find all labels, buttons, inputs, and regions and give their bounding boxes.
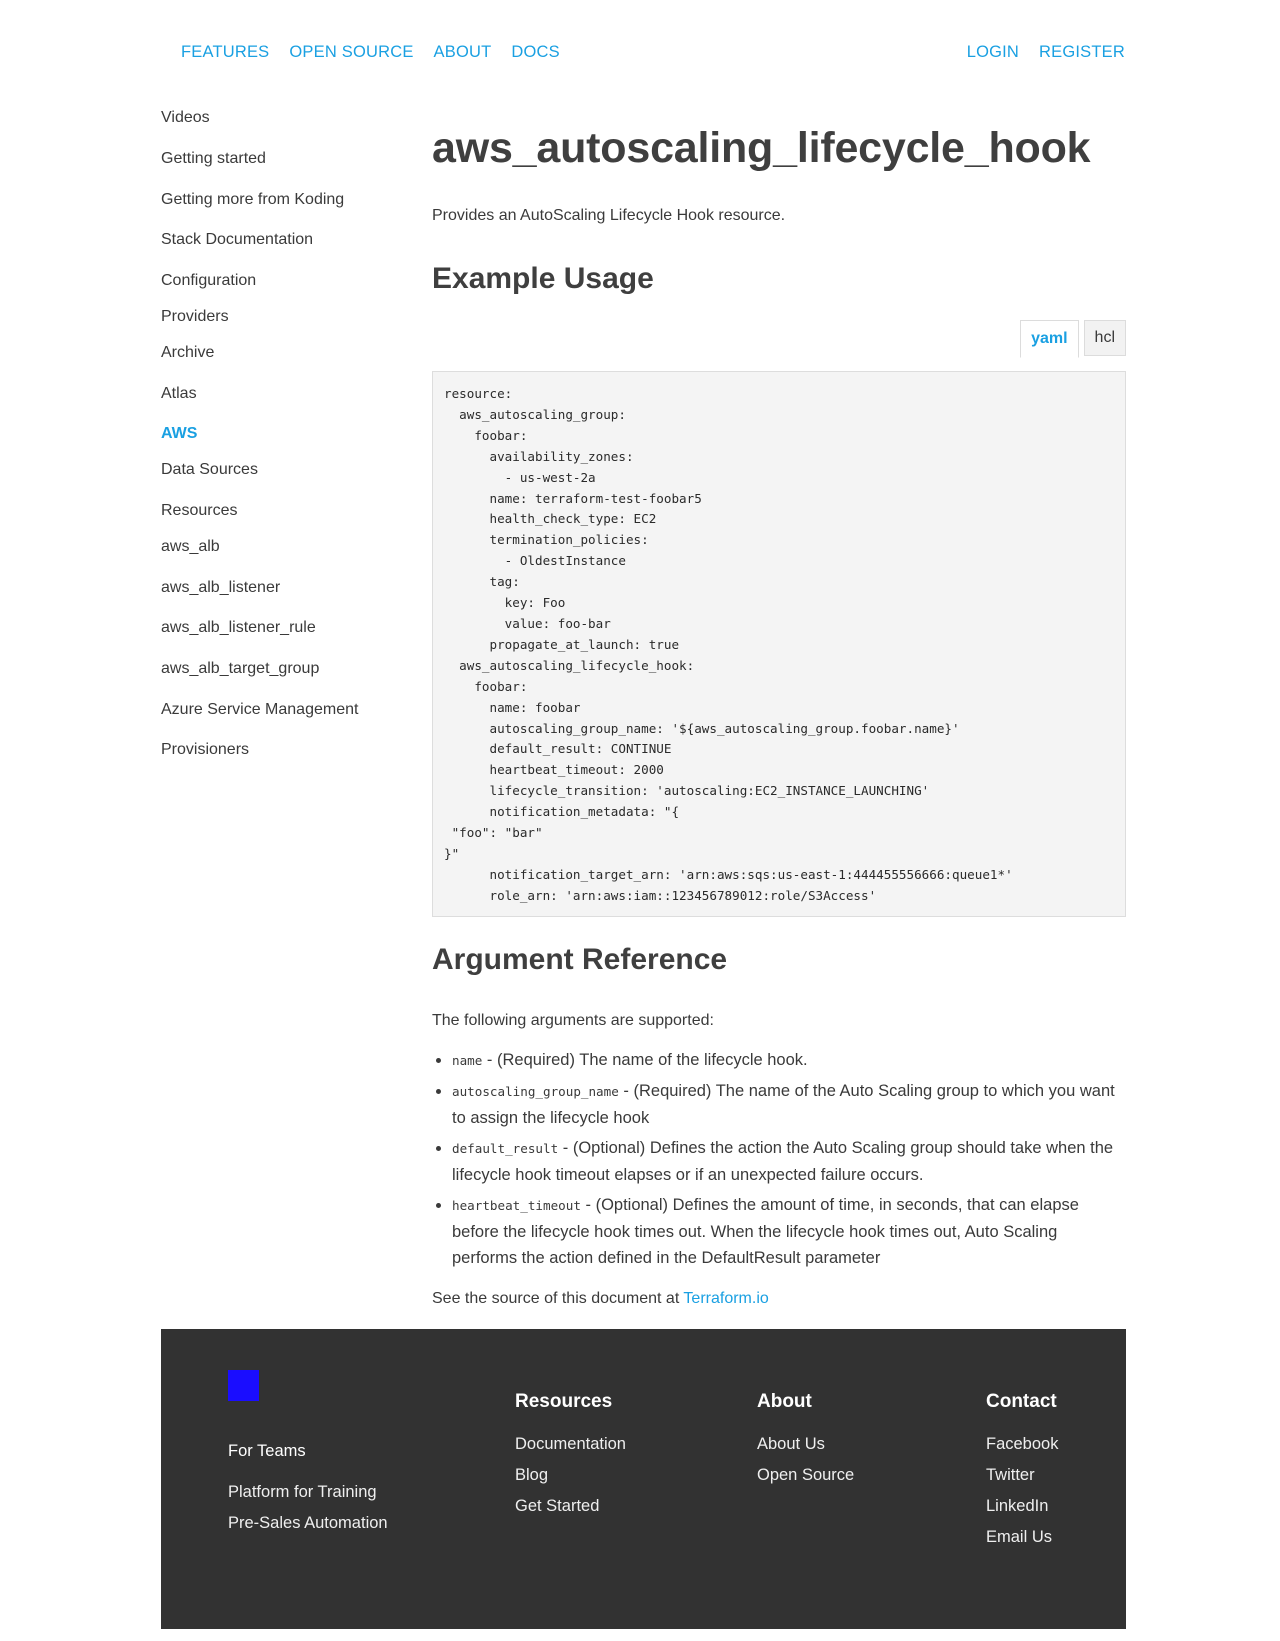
sidebar-item-getting-started[interactable]: Getting started: [161, 150, 266, 168]
footer-resources-heading: Resources: [515, 1391, 613, 1412]
sidebar-item-stack-documentation[interactable]: Stack Documentation: [161, 231, 313, 249]
footer-about-us-link[interactable]: About Us: [757, 1435, 825, 1454]
sidebar-item-archive[interactable]: Archive: [161, 344, 214, 362]
footer-platform-for-training-link[interactable]: Platform for Training: [228, 1483, 377, 1502]
code-block: resource: aws_autoscaling_group: foobar:…: [432, 371, 1126, 917]
sidebar-item-data-sources[interactable]: Data Sources: [161, 461, 258, 479]
footer-get-started-link[interactable]: Get Started: [515, 1497, 599, 1516]
sidebar-item-azure-service-management[interactable]: Azure Service Management: [161, 701, 358, 719]
nav-open-source-link[interactable]: OPEN SOURCE: [289, 43, 413, 62]
site-footer: For Teams Platform for Training Pre-Sale…: [161, 1329, 1126, 1629]
nav-features-link[interactable]: FEATURES: [181, 43, 269, 62]
sidebar-item-providers[interactable]: Providers: [161, 308, 229, 326]
footer-linkedin-link[interactable]: LinkedIn: [986, 1497, 1048, 1516]
footer-facebook-link[interactable]: Facebook: [986, 1435, 1058, 1454]
argument-name: default_result: [452, 1141, 559, 1156]
sidebar-item-configuration[interactable]: Configuration: [161, 272, 256, 290]
footer-pre-sales-automation-link[interactable]: Pre-Sales Automation: [228, 1514, 388, 1533]
login-link[interactable]: LOGIN: [967, 43, 1019, 62]
footer-contact-heading: Contact: [986, 1391, 1057, 1412]
nav-about-link[interactable]: ABOUT: [434, 43, 492, 62]
page-intro: Provides an AutoScaling Lifecycle Hook r…: [432, 207, 786, 224]
footer-about-heading: About: [757, 1391, 812, 1412]
koding-logo[interactable]: [228, 1370, 259, 1401]
list-item: default_result - (Optional) Defines the …: [436, 1135, 1126, 1188]
sidebar-item-aws[interactable]: AWS: [161, 425, 197, 443]
arguments-intro: The following arguments are supported:: [432, 1012, 714, 1029]
argument-name: heartbeat_timeout: [452, 1198, 581, 1213]
register-link[interactable]: REGISTER: [1039, 43, 1125, 62]
source-note: See the source of this document at Terra…: [432, 1290, 769, 1308]
argument-reference-heading: Argument Reference: [432, 943, 728, 976]
footer-for-teams-link[interactable]: For Teams: [228, 1442, 306, 1461]
argument-name: autoscaling_group_name: [452, 1084, 619, 1099]
sidebar-item-aws-alb-listener-rule[interactable]: aws_alb_listener_rule: [161, 619, 316, 637]
sidebar-item-aws-alb-target-group[interactable]: aws_alb_target_group: [161, 660, 319, 678]
argument-description: - (Required) The name of the lifecycle h…: [482, 1051, 808, 1069]
nav-docs-link[interactable]: DOCS: [511, 43, 559, 62]
page-title: aws_autoscaling_lifecycle_hook: [432, 124, 1091, 172]
terraform-source-link[interactable]: Terraform.io: [683, 1290, 768, 1307]
sidebar-item-provisioners[interactable]: Provisioners: [161, 741, 249, 759]
footer-twitter-link[interactable]: Twitter: [986, 1466, 1035, 1485]
sidebar-item-aws-alb-listener[interactable]: aws_alb_listener: [161, 579, 280, 597]
footer-email-us-link[interactable]: Email Us: [986, 1528, 1052, 1547]
top-nav-right: LOGIN REGISTER: [947, 40, 1125, 64]
top-nav-left: FEATURES OPEN SOURCE ABOUT DOCS: [181, 40, 580, 64]
argument-name: name: [452, 1053, 483, 1068]
tab-hcl[interactable]: hcl: [1083, 320, 1126, 356]
source-note-text: See the source of this document at: [432, 1290, 684, 1307]
footer-documentation-link[interactable]: Documentation: [515, 1435, 626, 1454]
sidebar-item-videos[interactable]: Videos: [161, 109, 210, 127]
footer-open-source-link[interactable]: Open Source: [757, 1466, 854, 1485]
footer-blog-link[interactable]: Blog: [515, 1466, 548, 1485]
sidebar-item-aws-alb[interactable]: aws_alb: [161, 538, 220, 556]
sidebar-item-resources[interactable]: Resources: [161, 502, 237, 520]
list-item: heartbeat_timeout - (Optional) Defines t…: [436, 1192, 1126, 1271]
argument-list: name - (Required) The name of the lifecy…: [432, 1047, 1126, 1275]
example-usage-heading: Example Usage: [432, 262, 654, 295]
code-language-tabs: yaml hcl: [1015, 320, 1126, 358]
list-item: name - (Required) The name of the lifecy…: [436, 1047, 1126, 1074]
sidebar-item-getting-more-from-koding[interactable]: Getting more from Koding: [161, 191, 344, 209]
sidebar-item-atlas[interactable]: Atlas: [161, 385, 197, 403]
list-item: autoscaling_group_name - (Required) The …: [436, 1078, 1126, 1131]
tab-yaml[interactable]: yaml: [1020, 320, 1079, 358]
